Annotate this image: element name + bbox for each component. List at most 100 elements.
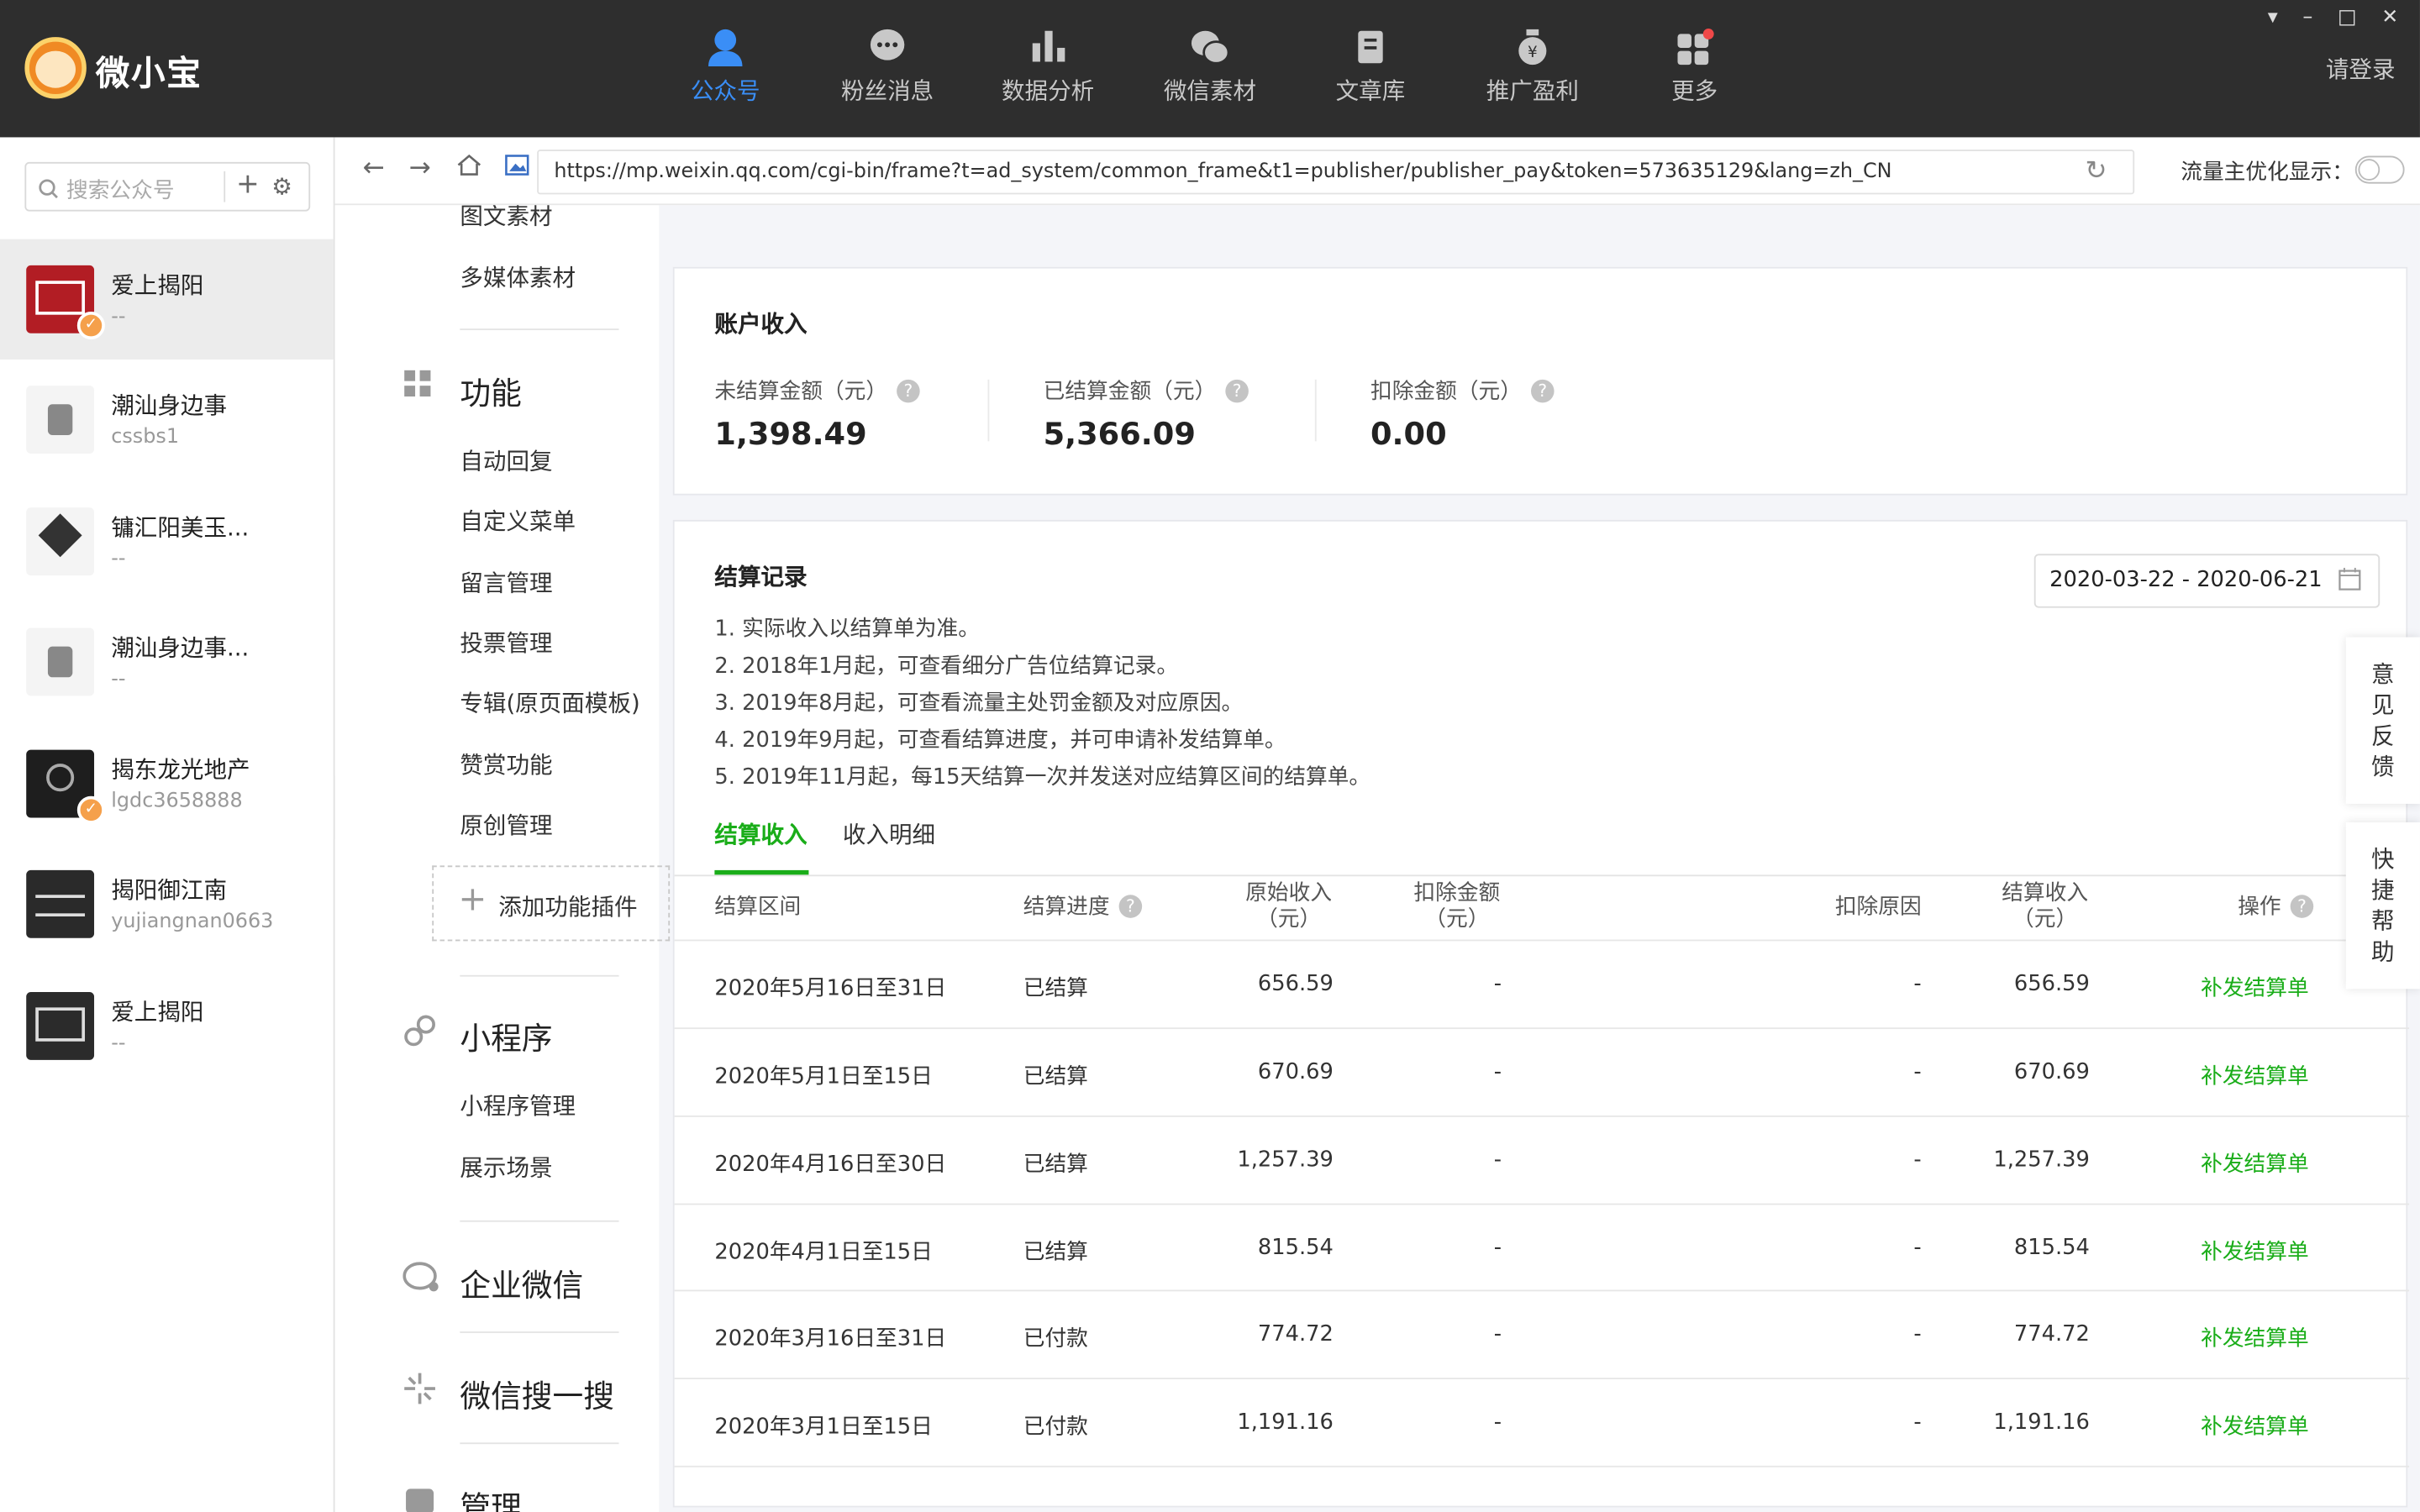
nav-promotion-profit[interactable]: ¥ 推广盈利 xyxy=(1455,28,1610,120)
stat-value-settled: 5,366.09 xyxy=(1043,415,1196,453)
verified-badge-icon: ✓ xyxy=(76,795,105,824)
nav-label: 公众号 xyxy=(690,76,760,105)
account-item[interactable]: ✓ 揭东龙光地产 lgdc3658888 xyxy=(0,723,334,843)
cell-reason: - xyxy=(1913,1410,1922,1436)
chat-bubble-icon xyxy=(810,28,965,74)
account-item[interactable]: 潮汕身边事 cssbs1 xyxy=(0,360,334,480)
menu-item-auto-reply[interactable]: 自动回复 xyxy=(460,444,552,477)
cell-original: 1,257.39 xyxy=(1237,1147,1334,1173)
menu-item-comment-management[interactable]: 留言管理 xyxy=(460,566,552,599)
card-title: 账户收入 xyxy=(714,310,808,339)
help-icon[interactable]: ? xyxy=(2290,895,2314,918)
menu-item-multimedia[interactable]: 多媒体素材 xyxy=(460,260,576,293)
account-item[interactable]: 爱上揭阳 -- xyxy=(0,966,334,1086)
tab-income-details[interactable]: 收入明细 xyxy=(843,817,935,850)
login-button[interactable]: 请登录 xyxy=(2326,52,2396,85)
cell-deducted: - xyxy=(1493,972,1502,997)
quick-help-button[interactable]: 快捷帮助 xyxy=(2345,822,2420,990)
nav-wechat-materials[interactable]: 微信素材 xyxy=(1133,28,1287,120)
menu-header-enterprise-wechat: 企业微信 xyxy=(460,1266,584,1305)
account-item[interactable]: 揭阳御江南 yujiangnan0663 xyxy=(0,844,334,964)
dropdown-icon[interactable]: ▾ xyxy=(2268,6,2278,29)
reissue-statement-link[interactable]: 补发结算单 xyxy=(2154,1236,2309,1267)
home-icon[interactable] xyxy=(457,153,481,186)
image-icon[interactable] xyxy=(505,153,529,186)
plus-icon: + xyxy=(458,880,487,920)
flow-optimize-label: 流量主优化显示： xyxy=(2181,160,2354,186)
back-arrow-icon[interactable]: ← xyxy=(363,153,385,184)
cell-deducted: - xyxy=(1493,1147,1502,1173)
cell-reason: - xyxy=(1913,1236,1922,1261)
add-plugin-button[interactable]: + 添加功能插件 xyxy=(432,865,671,942)
account-id: cssbs1 xyxy=(111,425,180,449)
date-range-picker[interactable]: 2020-03-22 - 2020-06-21 xyxy=(2033,554,2381,608)
nav-more[interactable]: 更多 xyxy=(1618,28,1772,120)
reissue-statement-link[interactable]: 补发结算单 xyxy=(2154,1148,2309,1179)
help-icon[interactable]: ? xyxy=(897,379,920,403)
menu-item-display-scenes[interactable]: 展示场景 xyxy=(460,1151,552,1184)
cell-period: 2020年5月16日至31日 xyxy=(714,976,947,1002)
nav-label: 更多 xyxy=(1671,76,1718,105)
help-icon[interactable]: ? xyxy=(1225,379,1249,403)
sparkle-icon xyxy=(402,1372,436,1414)
card-title: 结算记录 xyxy=(714,563,808,591)
forward-arrow-icon[interactable]: → xyxy=(409,153,431,184)
reissue-statement-link[interactable]: 补发结算单 xyxy=(2154,972,2309,1003)
table-row: 2020年4月1日至15日 已结算 815.54 - - 815.54 补发结算… xyxy=(674,1203,2410,1292)
cell-settled: 1,191.16 xyxy=(1993,1410,2090,1436)
window-controls: ▾ – □ ✕ xyxy=(2249,6,2398,29)
cell-progress: 已付款 xyxy=(1023,1326,1088,1352)
flow-optimize-toggle[interactable] xyxy=(2354,155,2405,184)
divider xyxy=(460,1442,619,1445)
money-bag-icon: ¥ xyxy=(1455,28,1610,74)
divider xyxy=(460,1220,619,1222)
add-account-icon[interactable]: + xyxy=(236,168,260,201)
account-item[interactable]: 镛汇阳美玉... -- xyxy=(0,481,334,601)
table-row: 2020年5月16日至31日 已结算 656.59 - - 656.59 补发结… xyxy=(674,939,2410,1028)
menu-item-original-management[interactable]: 原创管理 xyxy=(460,808,552,841)
nav-label: 数据分析 xyxy=(1001,76,1095,105)
account-id: lgdc3658888 xyxy=(111,790,243,813)
document-icon xyxy=(1293,28,1448,74)
menu-item-reward[interactable]: 赞赏功能 xyxy=(460,748,552,781)
menu-item-article-materials[interactable]: 图文素材 xyxy=(460,205,552,231)
cell-period: 2020年4月1日至15日 xyxy=(714,1240,933,1266)
menu-item-album[interactable]: 专辑(原页面模板) xyxy=(460,686,639,719)
help-icon[interactable]: ? xyxy=(1531,379,1555,403)
nav-fan-messages[interactable]: 粉丝消息 xyxy=(810,28,965,120)
url-field[interactable]: https://mp.weixin.qq.com/cgi-bin/frame?t… xyxy=(537,150,2135,195)
menu-header-management: 管理 xyxy=(460,1488,522,1512)
menu-item-vote-management[interactable]: 投票管理 xyxy=(460,627,552,659)
cell-period: 2020年3月16日至31日 xyxy=(714,1326,947,1352)
nav-official-account[interactable]: 公众号 xyxy=(648,28,802,120)
reissue-statement-link[interactable]: 补发结算单 xyxy=(2154,1410,2309,1441)
divider xyxy=(224,171,226,202)
reissue-statement-link[interactable]: 补发结算单 xyxy=(2154,1060,2309,1091)
minimize-icon[interactable]: – xyxy=(2302,6,2312,29)
search-input[interactable]: 搜索公众号 xyxy=(66,175,175,206)
url-text[interactable]: https://mp.weixin.qq.com/cgi-bin/frame?t… xyxy=(554,160,1891,184)
column-header-original: 原始收入 （元） xyxy=(1227,881,1350,933)
reissue-statement-link[interactable]: 补发结算单 xyxy=(2154,1322,2309,1353)
account-avatar xyxy=(26,386,95,454)
column-header-unit: （元） xyxy=(1256,906,1322,932)
refresh-icon[interactable]: ↻ xyxy=(2085,156,2107,187)
close-icon[interactable]: ✕ xyxy=(2381,6,2398,29)
wechat-icon xyxy=(1133,28,1287,74)
account-sidebar: 搜索公众号 + ⚙ ✓ 爱上揭阳 -- 潮汕身边事 cssbs1 镛汇阳美玉..… xyxy=(0,137,335,1512)
account-item[interactable]: 潮汕身边事... -- xyxy=(0,601,334,722)
maximize-icon[interactable]: □ xyxy=(2338,6,2357,29)
gear-icon[interactable]: ⚙ xyxy=(271,173,292,201)
tab-settled-income[interactable]: 结算收入 xyxy=(714,817,807,850)
account-item[interactable]: ✓ 爱上揭阳 -- xyxy=(0,239,334,360)
menu-item-miniprogram-management[interactable]: 小程序管理 xyxy=(460,1089,576,1122)
menu-item-custom-menu[interactable]: 自定义菜单 xyxy=(460,505,576,538)
divider xyxy=(1314,379,1317,442)
toggle-knob xyxy=(2358,159,2381,181)
nav-article-library[interactable]: 文章库 xyxy=(1293,28,1448,120)
stat-label-text: 已结算金额（元） xyxy=(1043,379,1217,405)
help-icon[interactable]: ? xyxy=(1118,895,1143,918)
account-search-box[interactable]: 搜索公众号 + ⚙ xyxy=(24,161,311,212)
feedback-button[interactable]: 意见反馈 xyxy=(2345,637,2420,804)
nav-data-analysis[interactable]: 数据分析 xyxy=(971,28,1125,120)
